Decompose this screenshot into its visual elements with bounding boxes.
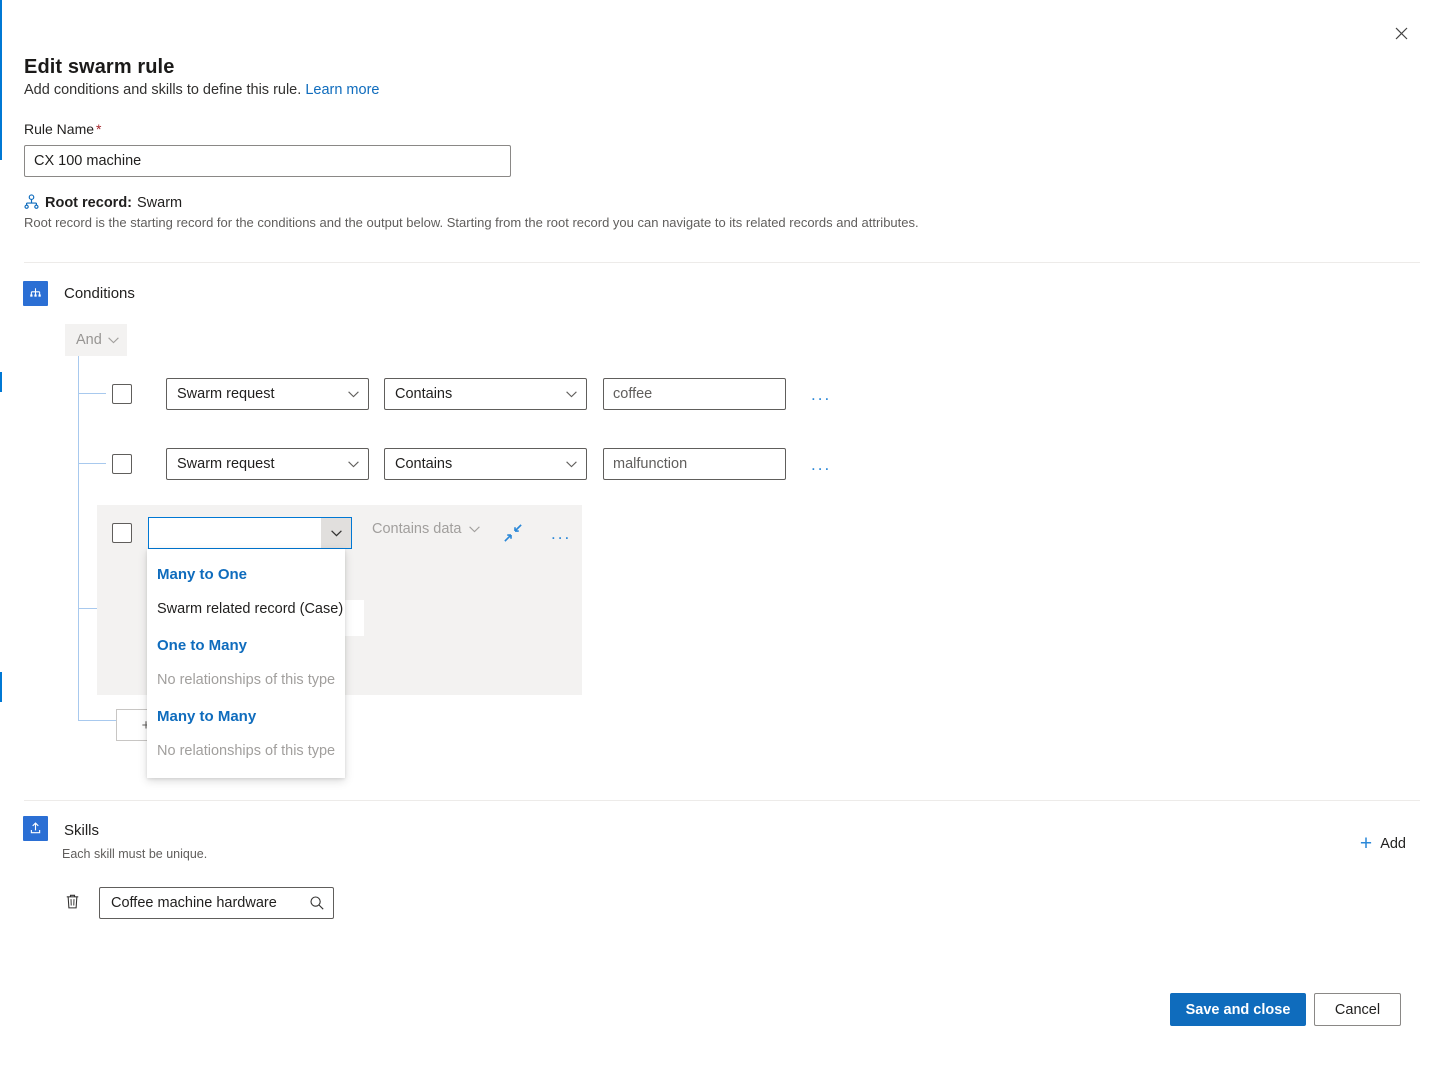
rule-name-input[interactable]	[24, 145, 511, 177]
plus-icon: +	[1359, 832, 1373, 855]
chevron-down-icon	[108, 336, 119, 343]
chevron-down-icon	[348, 390, 359, 397]
dropdown-group-header: Many to Many	[157, 708, 257, 725]
chevron-down-icon	[348, 460, 359, 467]
root-record-description: Root record is the starting record for t…	[24, 215, 919, 230]
conditions-section-title: Conditions	[64, 285, 135, 302]
condition-more-button[interactable]: ...	[545, 524, 577, 543]
dropdown-group-header: One to Many	[157, 637, 248, 654]
left-edge-accent-top	[0, 0, 2, 160]
delete-icon[interactable]	[62, 893, 82, 913]
dropdown-group-header: Many to One	[157, 566, 248, 583]
group-operator-label: And	[76, 332, 102, 348]
chevron-down-icon	[469, 525, 481, 532]
page-title: Edit swarm rule	[24, 56, 175, 78]
learn-more-link[interactable]: Learn more	[305, 82, 379, 98]
chevron-down-icon	[566, 390, 577, 397]
dropdown-item-empty: No relationships of this type	[157, 672, 336, 688]
chevron-down-icon[interactable]	[321, 518, 351, 548]
condition-attribute-select-focused[interactable]	[148, 517, 352, 549]
skill-row	[62, 887, 334, 919]
save-and-close-button[interactable]: Save and close	[1170, 993, 1306, 1026]
condition-attribute-value: Swarm request	[177, 456, 275, 472]
tree-branch-line-2	[78, 463, 106, 464]
root-record-label: Root record:	[45, 194, 132, 211]
left-edge-accent-mid	[0, 372, 2, 392]
condition-more-button[interactable]: ...	[805, 455, 837, 474]
condition-operator-select[interactable]: Contains	[384, 378, 587, 410]
condition-attribute-select[interactable]: Swarm request	[166, 448, 369, 480]
condition-checkbox[interactable]	[112, 454, 132, 474]
divider-top	[24, 262, 1420, 263]
skills-section-subtitle: Each skill must be unique.	[62, 847, 208, 861]
condition-value-input[interactable]	[603, 448, 786, 480]
condition-checkbox[interactable]	[112, 384, 132, 404]
tree-vertical-line	[78, 356, 79, 720]
edit-swarm-rule-dialog: Edit swarm rule Add conditions and skill…	[0, 0, 1438, 1080]
page-subtitle: Add conditions and skills to define this…	[24, 82, 379, 98]
rule-name-label: Rule Name *	[24, 121, 101, 137]
tree-branch-line-1	[78, 393, 106, 394]
add-skill-label: Add	[1380, 835, 1406, 852]
chevron-down-icon	[566, 460, 577, 467]
condition-operator-value: Contains data	[372, 521, 462, 537]
skills-section-title: Skills	[64, 822, 100, 839]
condition-operator-value: Contains	[395, 456, 453, 472]
dropdown-item-empty: No relationships of this type	[157, 743, 336, 759]
collapse-icon[interactable]	[503, 523, 523, 543]
relationship-dropdown-panel: Many to One Swarm related record (Case) …	[147, 549, 345, 778]
conditions-section-icon	[23, 281, 48, 306]
cancel-button[interactable]: Cancel	[1314, 993, 1401, 1026]
rule-name-label-text: Rule Name	[24, 121, 95, 137]
skill-input-wrapper	[99, 887, 334, 919]
condition-more-button[interactable]: ...	[805, 385, 837, 404]
search-icon[interactable]	[309, 895, 325, 911]
tree-branch-line-4	[78, 720, 118, 721]
condition-attribute-value	[149, 518, 321, 548]
root-record-value: Swarm	[137, 194, 183, 211]
condition-checkbox[interactable]	[112, 523, 132, 543]
close-icon[interactable]	[1384, 18, 1418, 48]
divider-skills	[24, 800, 1420, 801]
add-skill-button[interactable]: + Add	[1360, 833, 1406, 854]
condition-row: Swarm request Contains ...	[112, 378, 837, 410]
condition-operator-select[interactable]: Contains	[384, 448, 587, 480]
group-operator-dropdown[interactable]: And	[65, 324, 127, 356]
page-subtitle-text: Add conditions and skills to define this…	[24, 82, 302, 98]
condition-operator-dropdown[interactable]: Contains data	[372, 521, 481, 537]
required-asterisk: *	[96, 121, 102, 137]
dropdown-item[interactable]: Swarm related record (Case)	[147, 593, 345, 626]
condition-value-input[interactable]	[603, 378, 786, 410]
person-hierarchy-icon	[24, 194, 39, 209]
condition-attribute-select[interactable]: Swarm request	[166, 378, 369, 410]
skills-section-icon	[23, 816, 48, 841]
left-edge-accent-bottom	[0, 672, 2, 702]
root-record: Root record: Swarm	[23, 194, 182, 211]
condition-row: Swarm request Contains ...	[112, 448, 837, 480]
skill-input[interactable]	[109, 894, 309, 912]
condition-operator-value: Contains	[395, 386, 453, 402]
condition-attribute-value: Swarm request	[177, 386, 275, 402]
